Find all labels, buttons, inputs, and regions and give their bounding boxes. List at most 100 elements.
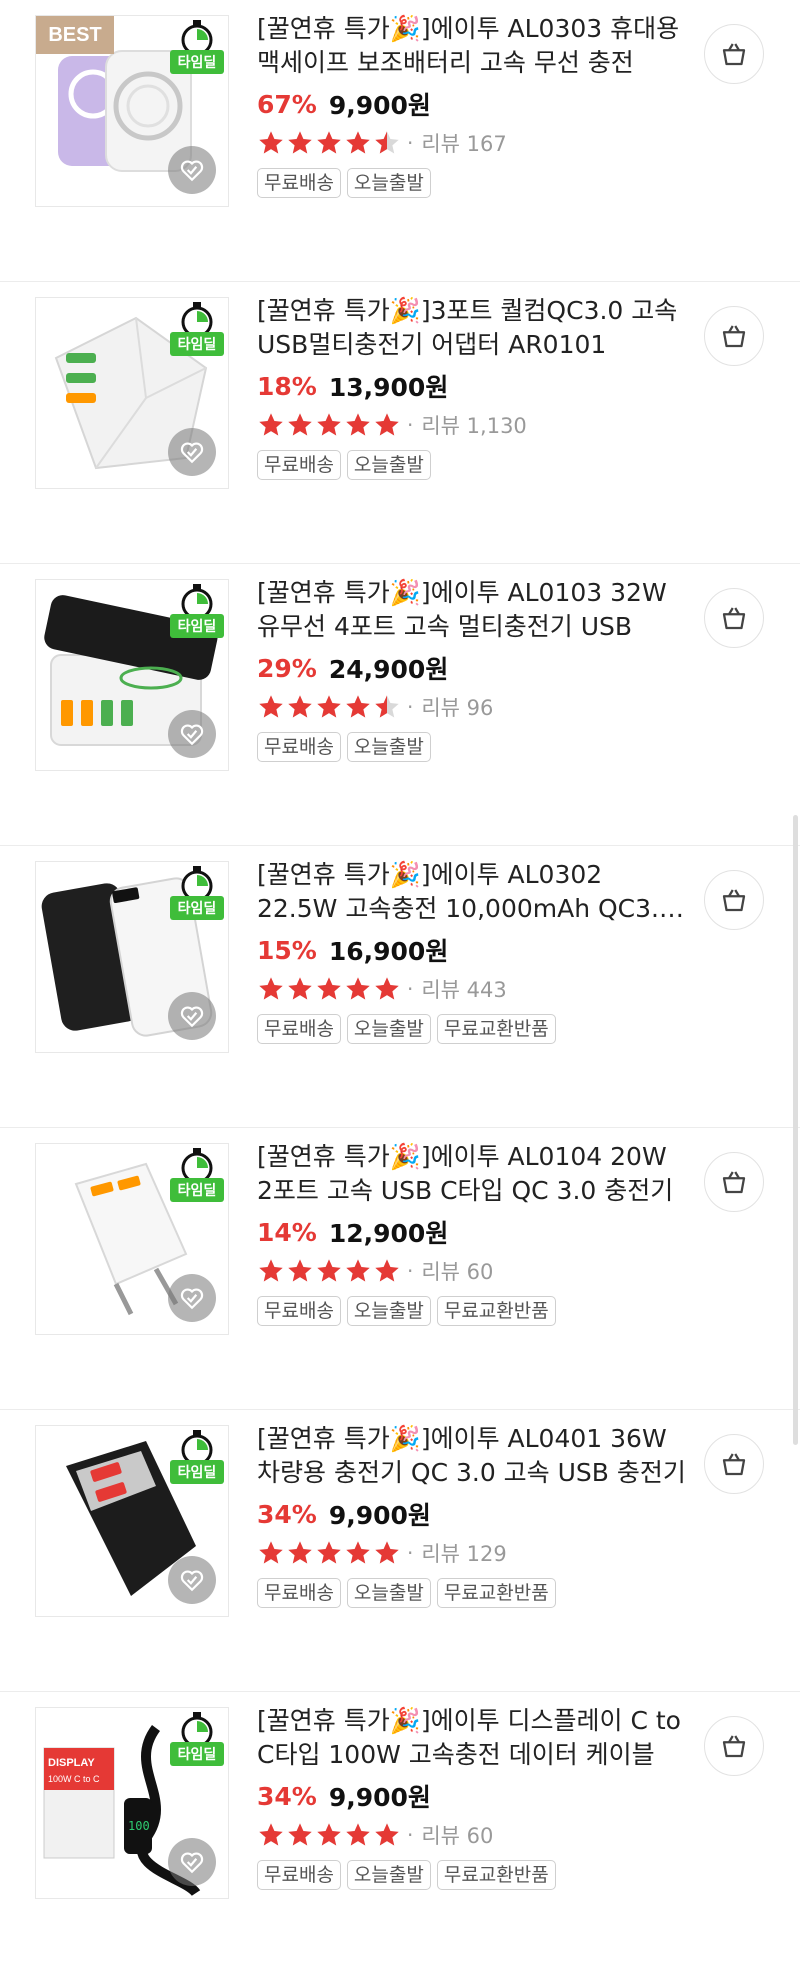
product-thumbnail[interactable]: 타임딜 xyxy=(35,297,229,489)
star-icon xyxy=(259,695,283,718)
star-icon xyxy=(259,1259,283,1282)
product-info[interactable]: [꿀연휴 특가🎉]에이투 디스플레이 C to C타입 100W 고속충전 데이… xyxy=(257,1704,687,1890)
wishlist-button[interactable] xyxy=(168,710,216,758)
wishlist-button[interactable] xyxy=(168,428,216,476)
star-icon xyxy=(346,695,370,718)
add-to-cart-button[interactable] xyxy=(704,24,764,84)
star-icon xyxy=(375,977,399,1000)
product-info[interactable]: [꿀연휴 특가🎉]에이투 AL0401 36W 차량용 충전기 QC 3.0 고… xyxy=(257,1422,687,1608)
add-to-cart-button[interactable] xyxy=(704,1152,764,1212)
add-to-cart-button[interactable] xyxy=(704,1434,764,1494)
product-title[interactable]: [꿀연휴 특가🎉]3포트 퀄컴QC3.0 고속 USB멀티충전기 어댑터 AR0… xyxy=(257,294,687,362)
scrollbar[interactable] xyxy=(793,815,798,1445)
product-title[interactable]: [꿀연휴 특가🎉]에이투 AL0104 20W 2포트 고속 USB C타입 Q… xyxy=(257,1140,687,1208)
list-item[interactable]: 타임딜 [꿀연휴 특가🎉]에이투 AL0302 22.5W 고속충전 10,00… xyxy=(0,846,800,1128)
review-count: 리뷰 443 xyxy=(421,978,507,1002)
heart-icon xyxy=(180,1570,204,1592)
star-icon xyxy=(259,1823,283,1846)
cable-box-label: DISPLAY xyxy=(48,1757,95,1769)
separator-dot: · xyxy=(407,131,414,155)
heart-icon xyxy=(180,1006,204,1028)
star-rating xyxy=(257,1539,401,1567)
badge-today-ship: 오늘출발 xyxy=(346,1578,431,1608)
list-item[interactable]: 타임딜 [꿀연휴 특가🎉]3포트 퀄컴QC3.0 고속 USB멀티충전기 어댑터… xyxy=(0,282,800,564)
price: 16,900원 xyxy=(328,937,449,966)
star-icon xyxy=(288,131,312,154)
product-thumbnail[interactable]: 타임딜 xyxy=(35,1425,229,1617)
badge-today-ship: 오늘출발 xyxy=(346,1014,431,1044)
wishlist-button[interactable] xyxy=(168,1556,216,1604)
product-thumbnail[interactable]: BEST 타임딜 xyxy=(35,15,229,207)
product-title[interactable]: [꿀연휴 특가🎉]에이투 AL0303 휴대용 맥세이프 보조배터리 고속 무선… xyxy=(257,12,687,80)
star-icon xyxy=(375,413,399,436)
product-title[interactable]: [꿀연휴 특가🎉]에이투 디스플레이 C to C타입 100W 고속충전 데이… xyxy=(257,1704,687,1772)
price: 9,900원 xyxy=(328,91,431,120)
product-thumbnail[interactable]: 타임딜 xyxy=(35,1143,229,1335)
badge-free-return: 무료교환반품 xyxy=(436,1014,556,1044)
heart-icon xyxy=(180,724,204,746)
price: 12,900원 xyxy=(328,1219,449,1248)
add-to-cart-button[interactable] xyxy=(704,870,764,930)
product-thumbnail[interactable]: 타임딜 xyxy=(35,861,229,1053)
product-info[interactable]: [꿀연휴 특가🎉]3포트 퀄컴QC3.0 고속 USB멀티충전기 어댑터 AR0… xyxy=(257,294,687,480)
wishlist-button[interactable] xyxy=(168,1838,216,1886)
product-info[interactable]: [꿀연휴 특가🎉]에이투 AL0302 22.5W 고속충전 10,000mAh… xyxy=(257,858,687,1044)
heart-icon xyxy=(180,1288,204,1310)
list-item[interactable]: 타임딜 [꿀연휴 특가🎉]에이투 AL0103 32W 유무선 4포트 고속 멀… xyxy=(0,564,800,846)
star-rating xyxy=(257,411,401,439)
product-title[interactable]: [꿀연휴 특가🎉]에이투 AL0103 32W 유무선 4포트 고속 멀티충전기… xyxy=(257,576,687,644)
price-row: 14% 12,900원 xyxy=(257,1214,687,1250)
badge-list: 무료배송 오늘출발 xyxy=(257,168,687,198)
timedeal-badge: 타임딜 xyxy=(170,20,224,78)
price-row: 18% 13,900원 xyxy=(257,368,687,404)
discount-rate: 14% xyxy=(257,1217,317,1247)
star-rating xyxy=(257,1257,401,1285)
product-thumbnail[interactable]: 타임딜 xyxy=(35,579,229,771)
timedeal-badge: 타임딜 xyxy=(170,584,224,642)
product-title[interactable]: [꿀연휴 특가🎉]에이투 AL0302 22.5W 고속충전 10,000mAh… xyxy=(257,858,687,926)
star-icon xyxy=(346,977,370,1000)
wishlist-button[interactable] xyxy=(168,1274,216,1322)
product-thumbnail[interactable]: DISPLAY 100W C to C 100 타임딜 xyxy=(35,1707,229,1899)
list-item[interactable]: 타임딜 [꿀연휴 특가🎉]에이투 AL0104 20W 2포트 고속 USB C… xyxy=(0,1128,800,1410)
separator-dot: · xyxy=(407,1541,414,1565)
shopping-bag-icon xyxy=(722,889,746,912)
star-icon xyxy=(375,1541,399,1564)
discount-rate: 34% xyxy=(257,1781,317,1811)
discount-rate: 67% xyxy=(257,89,317,119)
timedeal-label: 타임딜 xyxy=(170,50,224,74)
badge-today-ship: 오늘출발 xyxy=(346,168,431,198)
timedeal-badge: 타임딜 xyxy=(170,1148,224,1206)
list-item[interactable]: 타임딜 [꿀연휴 특가🎉]에이투 AL0401 36W 차량용 충전기 QC 3… xyxy=(0,1410,800,1692)
timedeal-label: 타임딜 xyxy=(170,1460,224,1484)
product-info[interactable]: [꿀연휴 특가🎉]에이투 AL0103 32W 유무선 4포트 고속 멀티충전기… xyxy=(257,576,687,762)
badge-list: 무료배송 오늘출발 무료교환반품 xyxy=(257,1860,687,1890)
badge-free-shipping: 무료배송 xyxy=(257,1578,341,1608)
list-item[interactable]: BEST 타임딜 [꿀연휴 특가🎉]에이투 AL0303 휴대용 맥세이프 보조… xyxy=(0,0,800,282)
wishlist-button[interactable] xyxy=(168,992,216,1040)
review-count: 리뷰 1,130 xyxy=(421,414,527,438)
heart-icon xyxy=(180,160,204,182)
product-info[interactable]: [꿀연휴 특가🎉]에이투 AL0303 휴대용 맥세이프 보조배터리 고속 무선… xyxy=(257,12,687,198)
badge-today-ship: 오늘출발 xyxy=(346,1296,431,1326)
product-info[interactable]: [꿀연휴 특가🎉]에이투 AL0104 20W 2포트 고속 USB C타입 Q… xyxy=(257,1140,687,1326)
wishlist-button[interactable] xyxy=(168,146,216,194)
badge-free-return: 무료교환반품 xyxy=(436,1860,556,1890)
star-icon xyxy=(259,131,283,154)
add-to-cart-button[interactable] xyxy=(704,588,764,648)
discount-rate: 29% xyxy=(257,653,317,683)
timedeal-label: 타임딜 xyxy=(170,896,224,920)
rating-row: · 리뷰 129 xyxy=(257,1538,687,1568)
shopping-bag-icon xyxy=(722,325,746,348)
review-count: 리뷰 167 xyxy=(421,132,507,156)
star-icon xyxy=(317,1823,341,1846)
discount-rate: 18% xyxy=(257,371,317,401)
list-item[interactable]: DISPLAY 100W C to C 100 타임딜 [꿀연휴 특가🎉]에이투… xyxy=(0,1692,800,1974)
badge-today-ship: 오늘출발 xyxy=(346,450,431,480)
product-title[interactable]: [꿀연휴 특가🎉]에이투 AL0401 36W 차량용 충전기 QC 3.0 고… xyxy=(257,1422,687,1490)
star-icon xyxy=(346,131,370,154)
add-to-cart-button[interactable] xyxy=(704,306,764,366)
separator-dot: · xyxy=(407,1259,414,1283)
badge-free-shipping: 무료배송 xyxy=(257,1296,341,1326)
add-to-cart-button[interactable] xyxy=(704,1716,764,1776)
